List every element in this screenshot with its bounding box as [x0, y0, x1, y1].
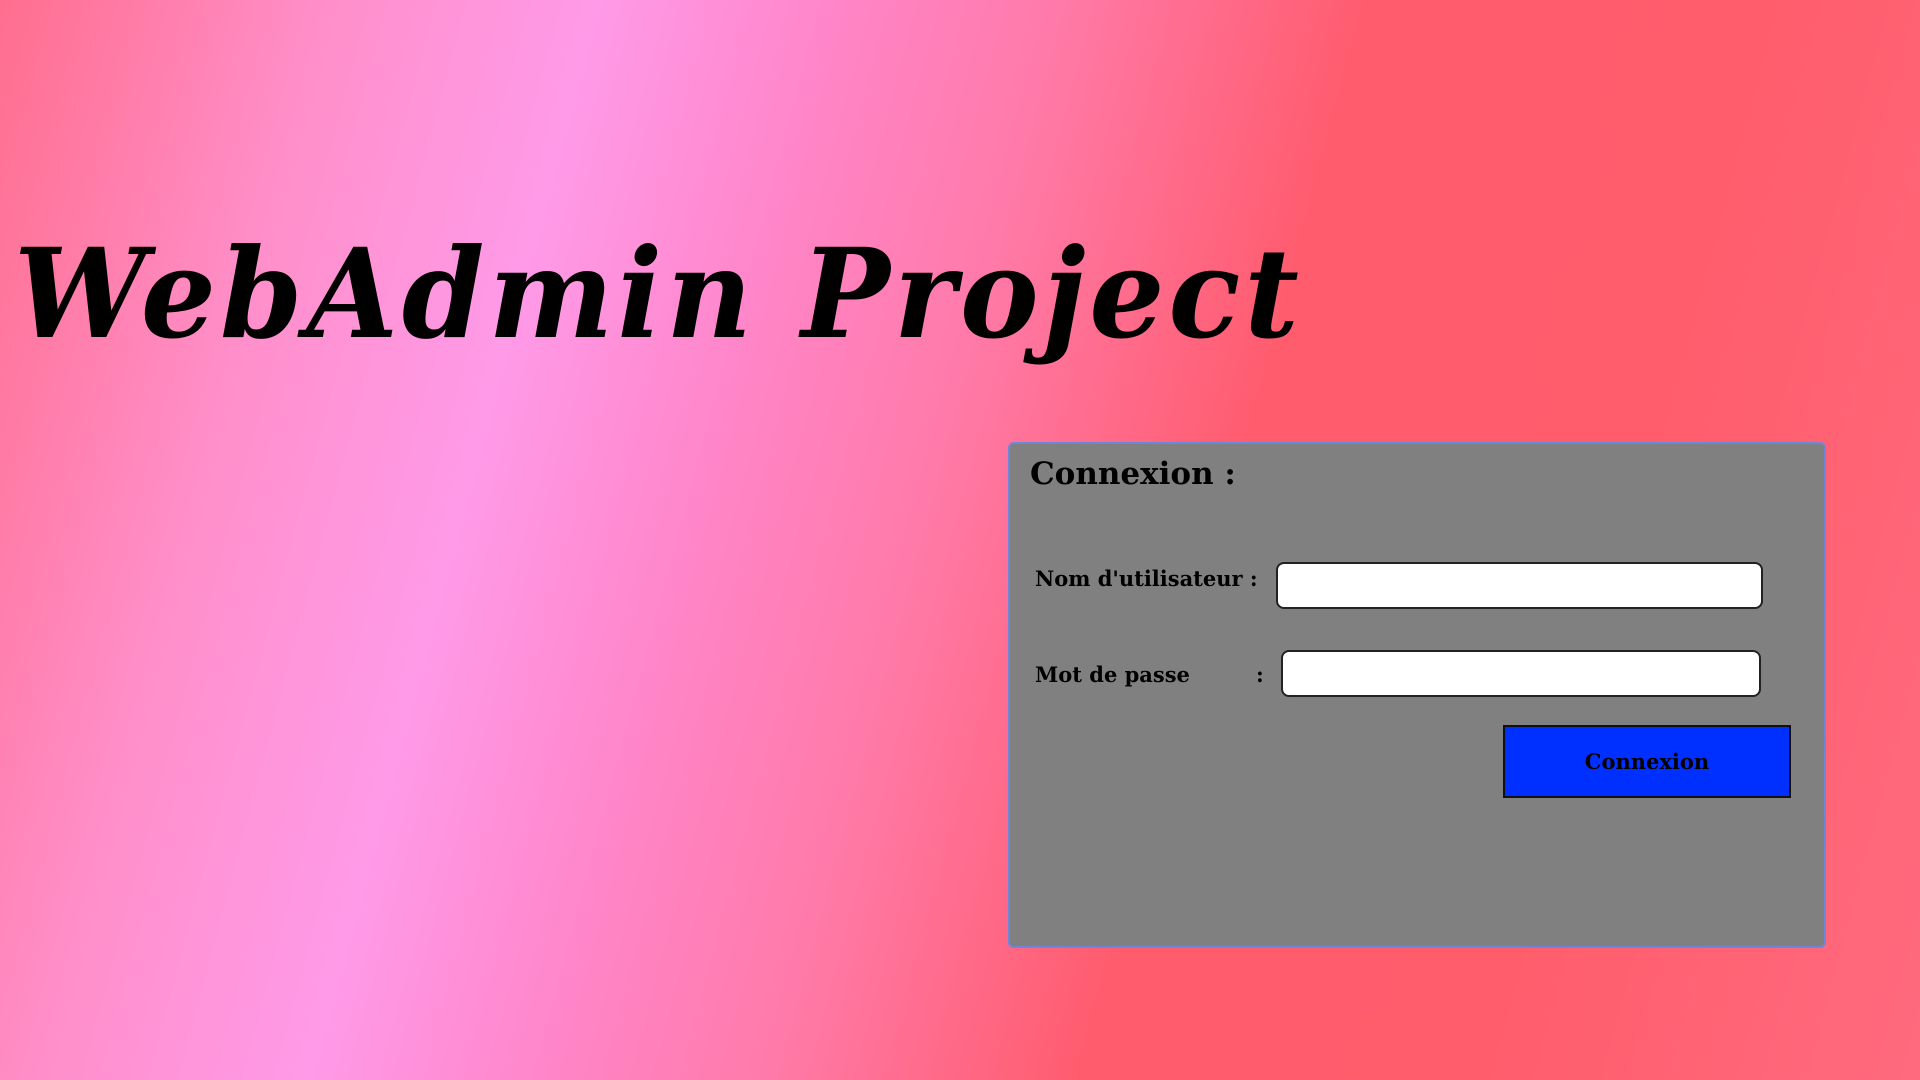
login-button[interactable]: Connexion	[1503, 725, 1791, 798]
login-panel: Connexion : Nom d'utilisateur : Mot de p…	[1008, 442, 1826, 948]
page-title: WebAdmin Project	[14, 220, 1303, 367]
password-label-colon: :	[1256, 662, 1264, 687]
login-heading: Connexion :	[1030, 456, 1236, 492]
username-label: Nom d'utilisateur :	[1035, 566, 1258, 591]
password-field[interactable]	[1281, 650, 1761, 697]
password-label: Mot de passe	[1035, 662, 1190, 687]
username-field[interactable]	[1276, 562, 1763, 609]
